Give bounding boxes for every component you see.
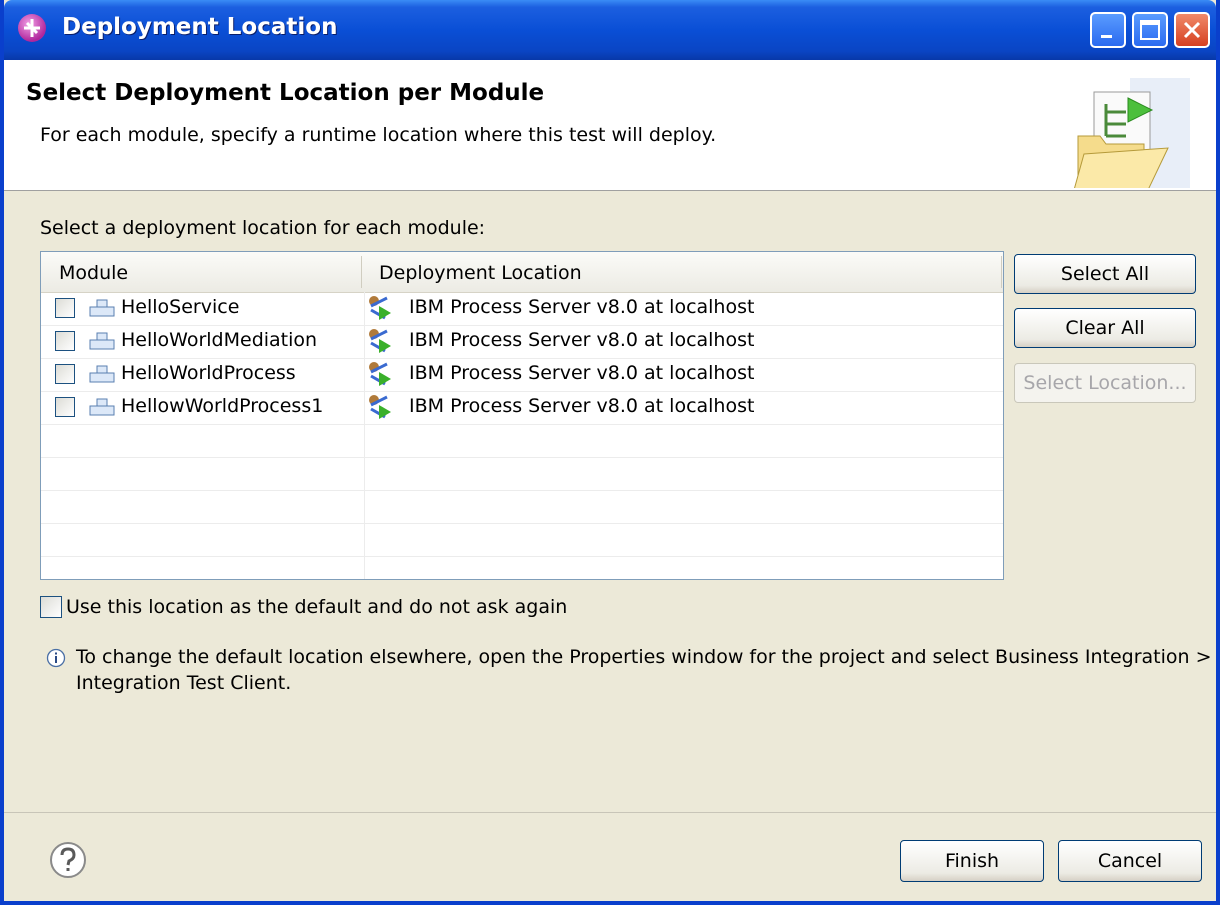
footer-divider [4,812,1216,813]
default-location-label[interactable]: Use this location as the default and do … [66,596,567,618]
finish-button[interactable]: Finish [900,840,1044,882]
close-icon [1183,21,1201,39]
empty-row [41,424,1003,458]
minimize-icon [1101,35,1112,38]
table-row[interactable]: HelloWorldMediation IBM Process Server v… [41,325,1003,359]
info-text-line1: To change the default location elsewhere… [76,646,1212,668]
help-icon[interactable] [48,840,88,880]
server-icon [369,395,391,419]
module-name: HelloWorldMediation [121,329,318,351]
column-header-module[interactable]: Module [59,262,128,284]
app-icon [18,14,46,42]
row-checkbox[interactable] [55,364,75,384]
module-name: HellowWorldProcess1 [121,395,324,417]
table-header: Module Deployment Location [41,252,1003,293]
info-text-line2: Integration Test Client. [76,672,292,694]
window-title: Deployment Location [62,14,338,40]
module-icon [89,332,115,350]
info-icon [46,648,66,668]
select-location-button[interactable]: Select Location... [1014,363,1196,403]
instruction-label: Select a deployment location for each mo… [40,217,486,239]
deployment-location: IBM Process Server v8.0 at localhost [409,395,755,417]
empty-row [41,556,1003,579]
table-row[interactable]: HelloService IBM Process Server v8.0 at … [41,292,1003,326]
deployment-location: IBM Process Server v8.0 at localhost [409,296,755,318]
empty-row [41,457,1003,491]
minimize-button[interactable] [1090,12,1126,48]
column-header-location[interactable]: Deployment Location [379,262,582,284]
column-divider[interactable] [1001,256,1002,288]
server-icon [369,329,391,353]
empty-row [41,523,1003,557]
cancel-button[interactable]: Cancel [1058,840,1202,882]
row-checkbox[interactable] [55,331,75,351]
table-row[interactable]: HellowWorldProcess1 IBM Process Server v… [41,391,1003,425]
row-checkbox[interactable] [55,397,75,417]
server-icon [369,362,391,386]
deployment-location: IBM Process Server v8.0 at localhost [409,329,755,351]
clear-all-button[interactable]: Clear All [1014,308,1196,348]
default-location-checkbox[interactable] [40,596,62,618]
table-row[interactable]: HelloWorldProcess IBM Process Server v8.… [41,358,1003,392]
server-icon [369,296,391,320]
select-all-button[interactable]: Select All [1014,254,1196,294]
module-icon [89,398,115,416]
wizard-header: Select Deployment Location per Module Fo… [4,60,1216,191]
dialog-window: Deployment Location Select Deployment Lo… [0,0,1220,905]
module-name: HelloService [121,296,240,318]
close-button[interactable] [1174,12,1210,48]
module-table[interactable]: Module Deployment Location HelloService … [40,251,1004,580]
module-icon [89,299,115,317]
column-divider[interactable] [361,256,362,288]
page-description: For each module, specify a runtime locat… [40,124,717,146]
deployment-location: IBM Process Server v8.0 at localhost [409,362,755,384]
wizard-banner-icon [1074,78,1190,188]
row-checkbox[interactable] [55,298,75,318]
module-icon [89,365,115,383]
page-title: Select Deployment Location per Module [26,80,545,106]
maximize-button[interactable] [1132,12,1168,48]
maximize-icon [1140,20,1160,40]
title-bar[interactable]: Deployment Location [4,0,1216,60]
empty-row [41,490,1003,524]
module-name: HelloWorldProcess [121,362,296,384]
